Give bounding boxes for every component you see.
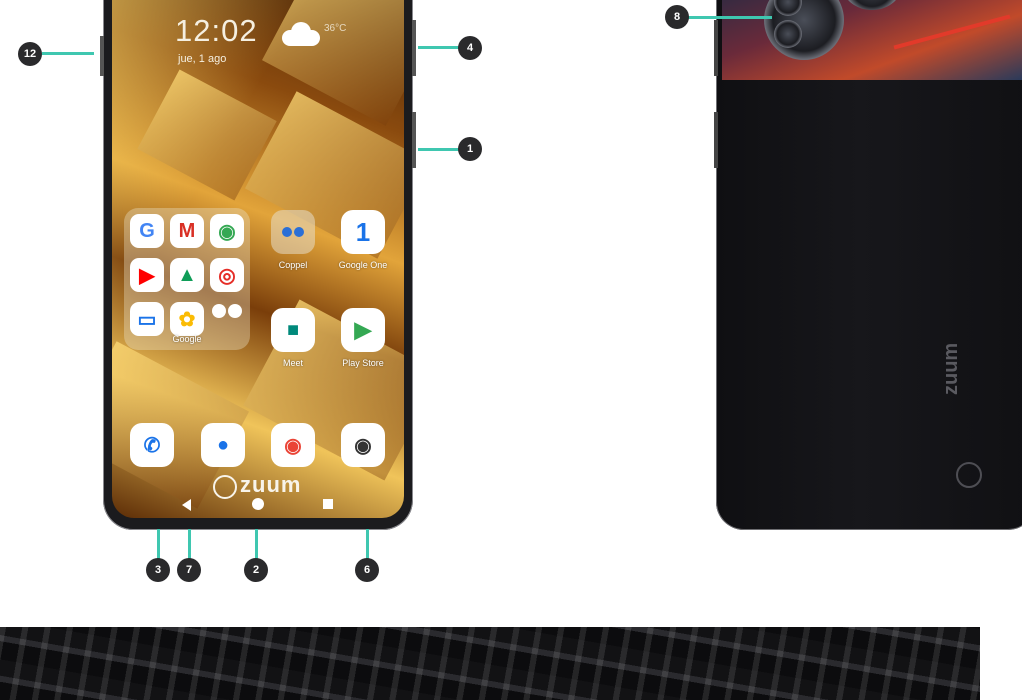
carbon-texture-banner [0, 627, 980, 700]
back-side-button-bottom [714, 112, 718, 168]
back-nav-icon[interactable] [182, 499, 191, 511]
callout-6: 6 [355, 558, 379, 582]
maps-icon[interactable]: ◉ [210, 214, 244, 248]
callout-12: 12 [18, 42, 42, 66]
tv-icon[interactable]: ▭ [130, 302, 164, 336]
home-nav-icon[interactable] [252, 498, 264, 510]
contacts-icon[interactable] [210, 302, 244, 320]
youtube-icon[interactable]: ▶ [130, 258, 164, 292]
google-one-icon[interactable]: 1 [341, 210, 385, 254]
back-brand-logo: zuum [940, 342, 962, 395]
coppel-label: Coppel [278, 260, 308, 270]
recents-nav-icon[interactable] [323, 499, 333, 509]
callout-3: 3 [146, 558, 170, 582]
callout-2: 2 [244, 558, 268, 582]
power-button [412, 112, 416, 168]
youtube-music-icon[interactable]: ◎ [210, 258, 244, 292]
zuum-logo-icon [956, 462, 982, 488]
google-one-label: Google One [338, 260, 388, 270]
coppel-folder-icon[interactable] [271, 210, 315, 254]
phone-icon[interactable]: ✆ [130, 423, 174, 467]
zuum-logo-icon [213, 475, 237, 499]
lockscreen-clock: 12:02 [175, 13, 258, 48]
callout-1: 1 [458, 137, 482, 161]
weather-temperature: 36°C [324, 23, 347, 34]
google-search-icon[interactable]: G [130, 214, 164, 248]
back-side-button-top [714, 20, 718, 76]
meet-icon[interactable]: ■ [271, 308, 315, 352]
lockscreen-date: jue, 1 ago [178, 53, 227, 65]
chrome-icon[interactable]: ◉ [271, 423, 315, 467]
play-store-label: Play Store [342, 358, 384, 368]
callout-7: 7 [177, 558, 201, 582]
google-folder[interactable]: G M ◉ ▶ ▲ ◎ ▭ ✿ Google [124, 208, 250, 350]
meet-label: Meet [282, 358, 303, 368]
drive-icon[interactable]: ▲ [170, 258, 204, 292]
callout-8: 8 [665, 5, 689, 29]
play-store-icon[interactable]: ▶ [341, 308, 385, 352]
google-folder-label: Google [172, 334, 202, 344]
photos-icon[interactable]: ✿ [170, 302, 204, 336]
gmail-icon[interactable]: M [170, 214, 204, 248]
callout-4: 4 [458, 36, 482, 60]
camera-icon[interactable]: ◉ [341, 423, 385, 467]
camera-module [722, 0, 1022, 80]
volume-button [412, 20, 416, 76]
front-brand-logo: zuum [240, 472, 302, 497]
phone-screen: 12:02 jue, 1 ago 36°C G M ◉ ▶ ▲ ◎ ▭ ✿ Go… [112, 0, 404, 518]
cloud-icon [282, 22, 320, 46]
side-button-left [100, 36, 104, 76]
camera-lens-icon [774, 20, 802, 48]
messages-icon[interactable]: ● [201, 423, 245, 467]
